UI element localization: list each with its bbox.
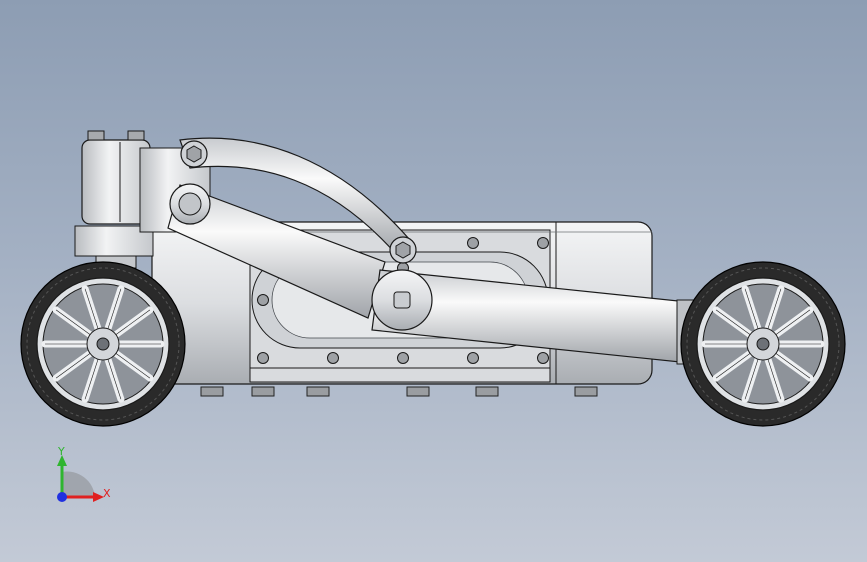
front-wheel	[20, 261, 186, 427]
bottom-bolt-row	[200, 386, 598, 397]
model-canvas: Y X	[20, 130, 846, 502]
z-axis	[57, 492, 67, 502]
hub-center	[756, 337, 770, 351]
rear-wheel	[680, 261, 846, 427]
y-axis-label: Y	[57, 445, 65, 458]
cad-viewport[interactable]: Y X	[0, 0, 867, 562]
x-axis-label: X	[103, 487, 111, 500]
coordinate-triad: Y X	[57, 445, 111, 502]
hub-center	[96, 337, 110, 351]
